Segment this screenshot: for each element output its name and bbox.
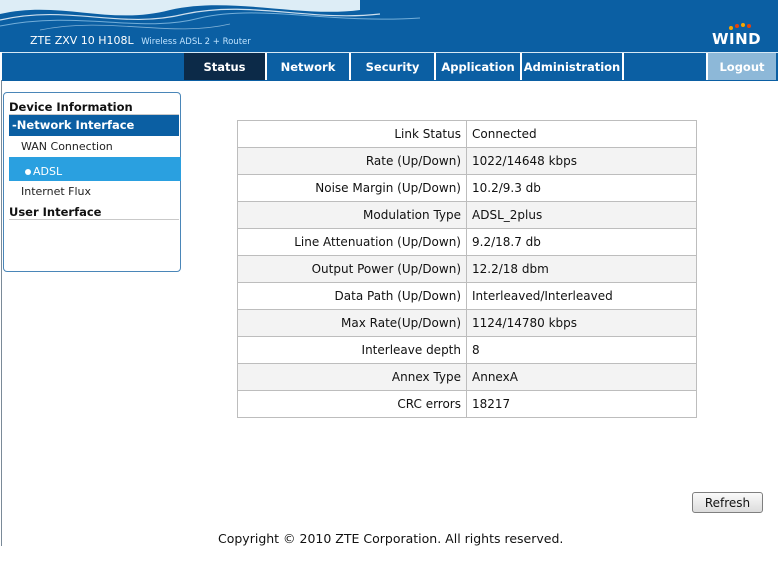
- table-row: Max Rate(Up/Down) 1124/14780 kbps: [237, 309, 697, 337]
- sidebar-item-user-interface[interactable]: User Interface: [9, 205, 179, 219]
- table-row: Interleave depth 8: [237, 336, 697, 364]
- table-row: Noise Margin (Up/Down) 10.2/9.3 db: [237, 174, 697, 202]
- row-value: 1022/14648 kbps: [466, 147, 697, 175]
- tab-application[interactable]: Application: [436, 53, 522, 80]
- table-row: Modulation Type ADSL_2plus: [237, 201, 697, 229]
- row-value: 10.2/9.3 db: [466, 174, 697, 202]
- tagline-label: Wireless ADSL 2 + Router: [141, 37, 251, 47]
- row-value: AnnexA: [466, 363, 697, 391]
- table-row: Annex Type AnnexA: [237, 363, 697, 391]
- row-label: Data Path (Up/Down): [237, 282, 467, 310]
- sidebar-item-internet-flux[interactable]: Internet Flux: [21, 185, 179, 198]
- row-label: Link Status: [237, 120, 467, 148]
- row-value: 9.2/18.7 db: [466, 228, 697, 256]
- header-banner: ZTE ZXV 10 H108L Wireless ADSL 2 + Route…: [0, 0, 778, 52]
- row-label: Max Rate(Up/Down): [237, 309, 467, 337]
- tab-network[interactable]: Network: [267, 53, 351, 80]
- row-value: 18217: [466, 390, 697, 418]
- row-value: ADSL_2plus: [466, 201, 697, 229]
- sidebar-menu: Device Information -Network Interface WA…: [3, 92, 181, 272]
- copyright-footer: Copyright © 2010 ZTE Corporation. All ri…: [218, 531, 564, 546]
- sidebar-item-device-information[interactable]: Device Information: [9, 100, 179, 114]
- tab-security[interactable]: Security: [351, 53, 436, 80]
- row-label: Annex Type: [237, 363, 467, 391]
- row-label: Line Attenuation (Up/Down): [237, 228, 467, 256]
- sidebar-item-adsl[interactable]: ADSL: [9, 157, 181, 181]
- adsl-status-table: Link Status Connected Rate (Up/Down) 1022/1…: [237, 120, 697, 418]
- table-row: Link Status Connected: [237, 120, 697, 148]
- row-value: 12.2/18 dbm: [466, 255, 697, 283]
- row-label: Noise Margin (Up/Down): [237, 174, 467, 202]
- table-row: Rate (Up/Down) 1022/14648 kbps: [237, 147, 697, 175]
- sidebar-item-label: ADSL: [33, 165, 63, 178]
- row-value: Connected: [466, 120, 697, 148]
- row-label: Rate (Up/Down): [237, 147, 467, 175]
- tab-administration[interactable]: Administration: [522, 53, 624, 80]
- row-label: Output Power (Up/Down): [237, 255, 467, 283]
- bullet-icon: [25, 169, 31, 175]
- tab-status[interactable]: Status: [184, 53, 267, 80]
- table-row: Data Path (Up/Down) Interleaved/Interleav…: [237, 282, 697, 310]
- row-value: Interleaved/Interleaved: [466, 282, 697, 310]
- table-row: Output Power (Up/Down) 12.2/18 dbm: [237, 255, 697, 283]
- logout-button[interactable]: Logout: [706, 53, 776, 80]
- row-value: 8: [466, 336, 697, 364]
- row-label: Interleave depth: [237, 336, 467, 364]
- sidebar-item-wan-connection[interactable]: WAN Connection: [21, 140, 179, 153]
- sidebar-item-network-interface[interactable]: -Network Interface: [9, 115, 179, 136]
- model-label: ZTE ZXV 10 H108L: [30, 34, 134, 47]
- product-name: ZTE ZXV 10 H108L Wireless ADSL 2 + Route…: [30, 34, 251, 47]
- refresh-button[interactable]: Refresh: [692, 492, 763, 513]
- row-label: CRC errors: [237, 390, 467, 418]
- table-row: Line Attenuation (Up/Down) 9.2/18.7 db: [237, 228, 697, 256]
- row-value: 1124/14780 kbps: [466, 309, 697, 337]
- frame-border: [1, 80, 2, 546]
- table-row: CRC errors 18217: [237, 390, 697, 418]
- brand-logo: WIND: [712, 30, 762, 48]
- row-label: Modulation Type: [237, 201, 467, 229]
- sidebar-divider: [9, 219, 179, 220]
